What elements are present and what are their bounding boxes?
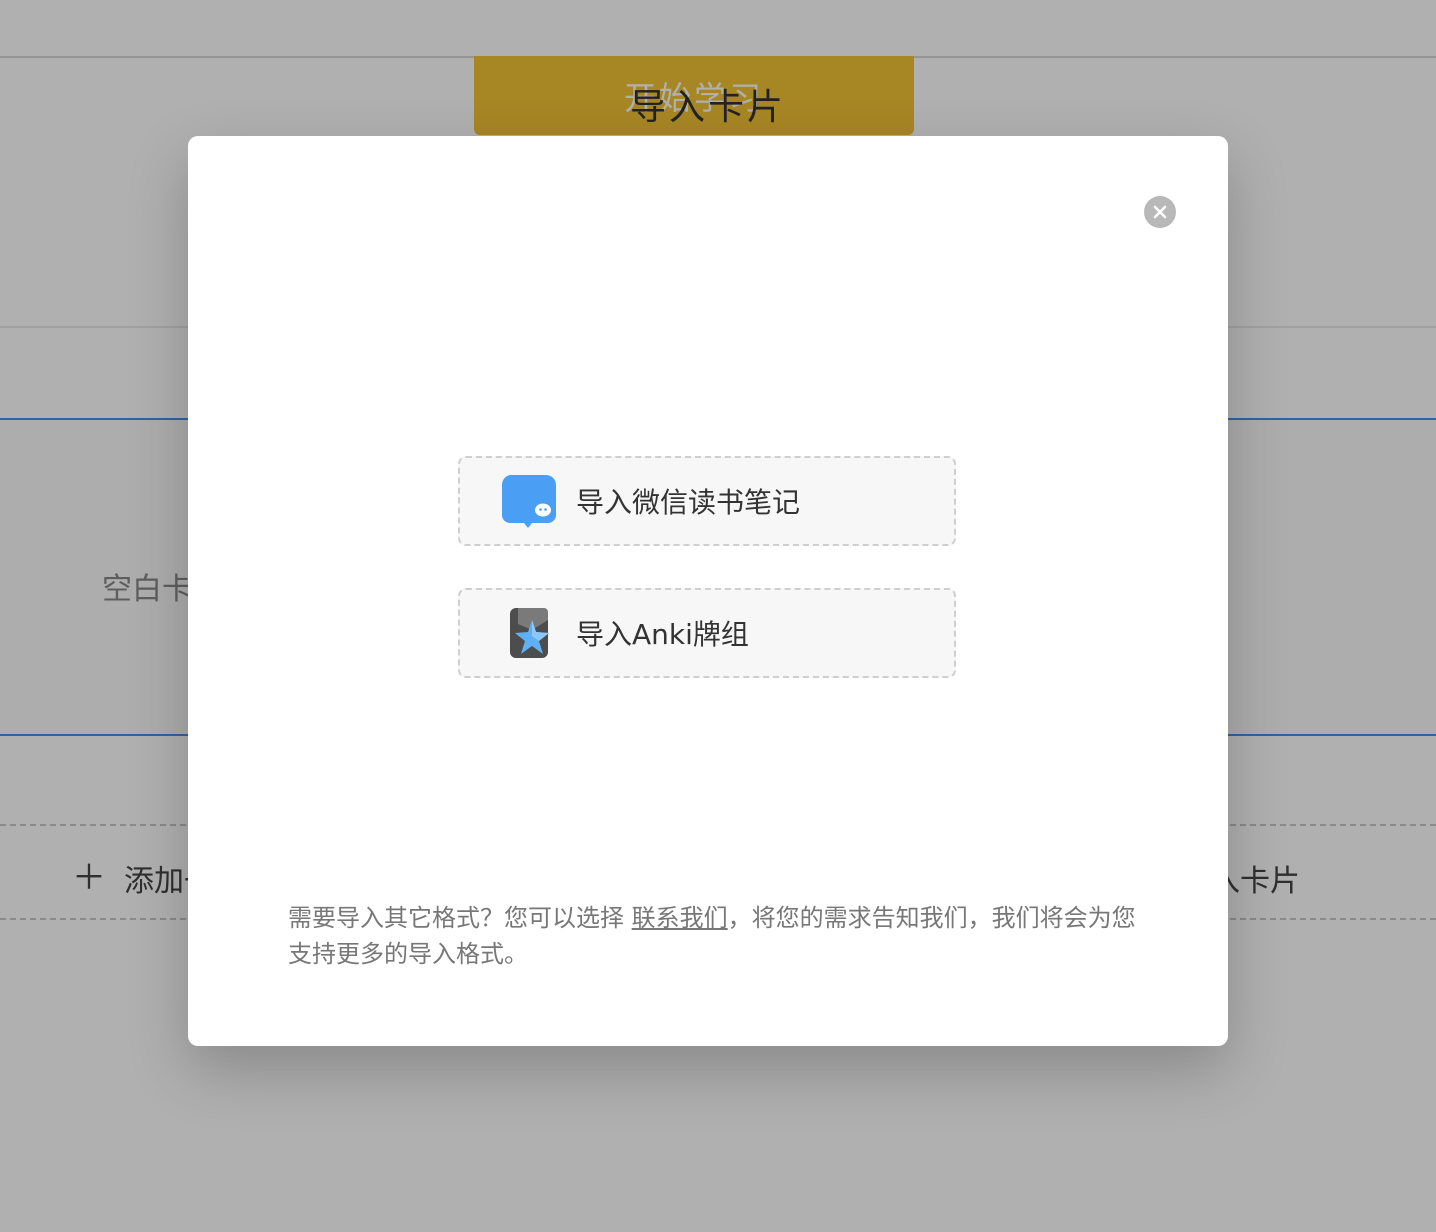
weread-icon	[501, 475, 556, 528]
anki-icon	[510, 608, 549, 658]
contact-us-link[interactable]: 联系我们	[632, 904, 728, 932]
import-cards-modal: 导入卡片 导入微信读书笔记 导入Anki牌组 需要导入其它格式？您可以选择 联系…	[188, 87, 1228, 1046]
modal-title: 导入卡片	[629, 87, 786, 128]
footnote-text-before: 需要导入其它格式？您可以选择	[288, 904, 632, 932]
close-icon	[1153, 205, 1167, 219]
import-anki-button[interactable]: 导入Anki牌组	[458, 588, 956, 678]
close-button[interactable]	[1144, 196, 1176, 228]
help-footnote: 需要导入其它格式？您可以选择 联系我们，将您的需求告知我们，我们将会为您支持更多…	[288, 900, 1138, 972]
import-weread-label: 导入微信读书笔记	[576, 486, 801, 519]
import-anki-label: 导入Anki牌组	[576, 618, 749, 651]
import-weread-button[interactable]: 导入微信读书笔记	[458, 456, 956, 546]
